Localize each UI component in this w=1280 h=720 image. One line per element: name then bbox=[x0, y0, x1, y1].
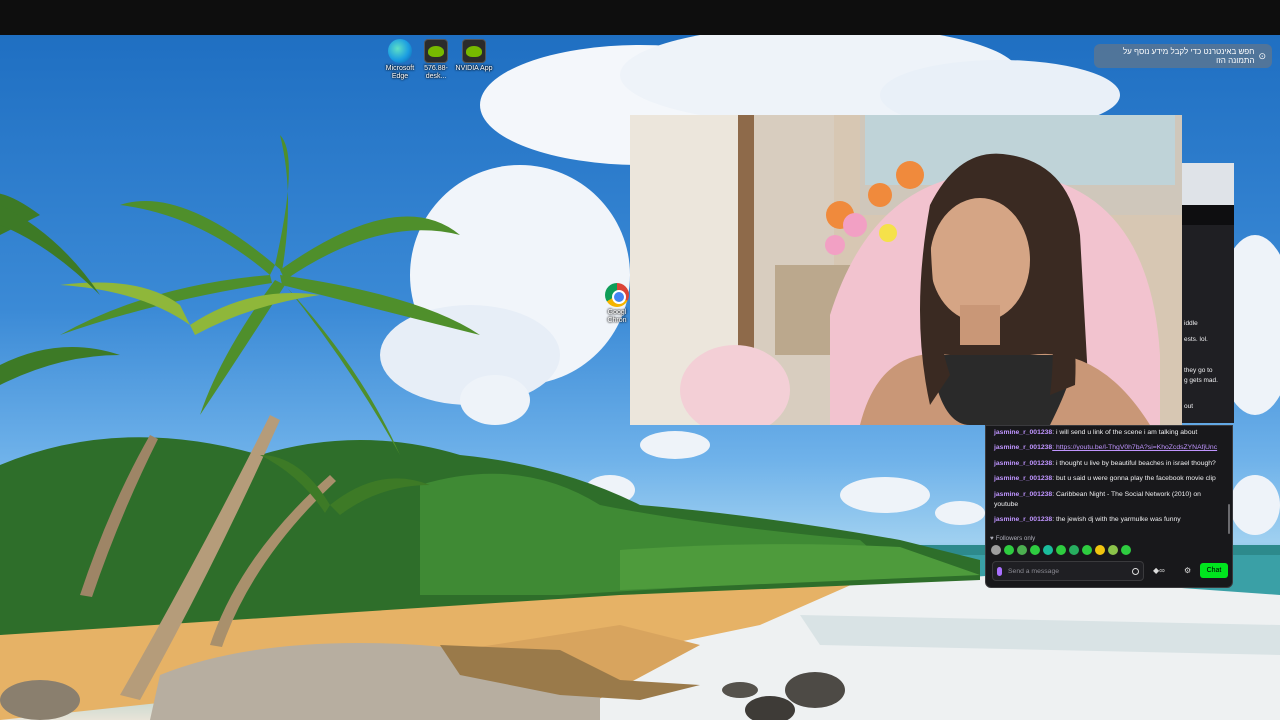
peek-text: iddle bbox=[1184, 320, 1198, 327]
bits-icon[interactable]: ◆∞ bbox=[1153, 566, 1165, 575]
chat-scrollbar[interactable] bbox=[1228, 504, 1230, 534]
twitch-chat-panel: jasmine_r_001238: i will send u link of … bbox=[985, 425, 1233, 588]
chat-username[interactable]: jasmine_r_001238 bbox=[994, 516, 1052, 523]
emote-icon[interactable] bbox=[1043, 545, 1053, 555]
webcam-overlay bbox=[630, 115, 1182, 425]
chat-message: jasmine_r_001238: the jewish dj with the… bbox=[994, 515, 1226, 525]
nvidia-installer-icon bbox=[424, 39, 448, 63]
desktop-icon-label: Googl bbox=[607, 309, 627, 316]
chat-input-box[interactable] bbox=[992, 561, 1144, 581]
notification-text: חפש באינטרנט כדי לקבל מידע נוסף על התמונ… bbox=[1122, 47, 1255, 65]
desktop-icon-label: Chron bbox=[607, 317, 627, 324]
emote-icon[interactable] bbox=[1069, 545, 1079, 555]
chat-message: jasmine_r_001238: Caribbean Night - The … bbox=[994, 490, 1226, 510]
peek-text: g gets mad. bbox=[1184, 377, 1218, 384]
chat-message: jasmine_r_001238: but u said u were gonn… bbox=[994, 474, 1226, 484]
settings-gear-icon[interactable]: ⚙ bbox=[1184, 566, 1191, 575]
microphone-icon[interactable] bbox=[997, 566, 1002, 576]
desktop-icon-chrome[interactable]: Googl Chron bbox=[604, 283, 630, 325]
chat-message-input[interactable] bbox=[1008, 567, 1126, 575]
chat-username[interactable]: jasmine_r_001238 bbox=[994, 429, 1052, 436]
emote-icon[interactable] bbox=[1030, 545, 1040, 555]
emote-icon[interactable] bbox=[1017, 545, 1027, 555]
chat-message: jasmine_r_001238: https://youtu.be/l-Thg… bbox=[994, 443, 1226, 453]
followers-only-label: Followers only bbox=[995, 535, 1036, 542]
chat-username[interactable]: jasmine_r_001238 bbox=[994, 444, 1052, 451]
chat-message-text: : i will send u link of the scene i am t… bbox=[1052, 429, 1198, 436]
peek-text: they go to bbox=[1184, 367, 1213, 374]
chat-username[interactable]: jasmine_r_001238 bbox=[994, 491, 1052, 498]
peek-text: ests. lol. bbox=[1184, 336, 1208, 343]
chat-message-text: : the jewish dj with the yarmulke was fu… bbox=[1052, 516, 1181, 523]
emote-bar bbox=[991, 545, 1131, 555]
chat-message-text: : but u said u were gonna play the faceb… bbox=[1052, 475, 1216, 482]
emote-icon[interactable] bbox=[1082, 545, 1092, 555]
desktop-icon-label: Edge bbox=[391, 73, 409, 80]
desktop-icon-nvidia-driver[interactable]: 576.88-desk... bbox=[416, 39, 456, 81]
desktop-icon-label: 576.88-desk... bbox=[424, 65, 448, 80]
emote-icon[interactable] bbox=[1056, 545, 1066, 555]
desktop-icon-nvidia-app[interactable]: NVIDIA App bbox=[454, 39, 494, 73]
chat-message: jasmine_r_001238: i will send u link of … bbox=[994, 428, 1226, 438]
info-icon: ⊙ bbox=[1258, 50, 1266, 61]
chat-message: jasmine_r_001238: i thought u live by be… bbox=[994, 459, 1226, 469]
edge-icon bbox=[388, 39, 412, 63]
heart-icon: ♥ bbox=[990, 535, 994, 542]
chat-send-button[interactable]: Chat bbox=[1200, 563, 1228, 578]
chat-message-link[interactable]: : https://youtu.be/l-ThgV0h7bA?si=KhoZcd… bbox=[1052, 444, 1217, 451]
emote-icon[interactable] bbox=[1095, 545, 1105, 555]
emote-icon[interactable] bbox=[1108, 545, 1118, 555]
desktop-icon-label: NVIDIA App bbox=[455, 65, 493, 72]
chrome-icon bbox=[605, 283, 629, 307]
chat-username[interactable]: jasmine_r_001238 bbox=[994, 460, 1052, 467]
peek-text: out bbox=[1184, 403, 1194, 410]
emote-icon[interactable] bbox=[1004, 545, 1014, 555]
webcam-feed-image bbox=[630, 115, 1182, 425]
followers-only-indicator: ♥ Followers only bbox=[990, 535, 1035, 542]
chat-username[interactable]: jasmine_r_001238 bbox=[994, 475, 1052, 482]
desktop-icon-edge[interactable]: Microsoft Edge bbox=[380, 39, 420, 81]
emote-icon[interactable] bbox=[991, 545, 1001, 555]
emote-icon[interactable] bbox=[1121, 545, 1131, 555]
visual-search-notification[interactable]: ⊙ חפש באינטרנט כדי לקבל מידע נוסף על התמ… bbox=[1094, 44, 1272, 68]
top-black-bar bbox=[0, 0, 1280, 35]
chat-message-text: : i thought u live by beautiful beaches … bbox=[1052, 460, 1216, 467]
nvidia-app-icon bbox=[462, 39, 486, 63]
desktop-icon-label: Microsoft bbox=[385, 65, 415, 72]
emote-picker-icon[interactable] bbox=[1132, 567, 1139, 575]
